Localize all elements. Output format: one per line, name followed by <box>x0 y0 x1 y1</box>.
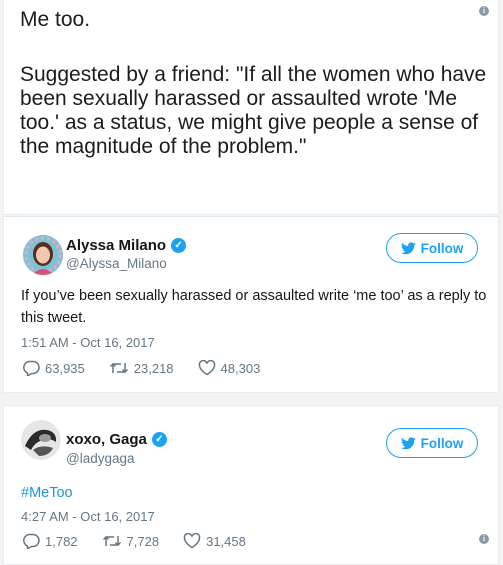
author-name-row: xoxo, Gaga ✓ <box>66 431 167 448</box>
follow-button[interactable]: Follow <box>386 428 478 458</box>
like-icon <box>183 533 201 549</box>
info-icon[interactable]: i <box>479 6 489 16</box>
user-handle[interactable]: @ladygaga <box>66 451 135 466</box>
like-count: 31,458 <box>206 533 246 549</box>
retweet-count: 23,218 <box>133 360 174 376</box>
tweet-actions: 1,782 7,728 31,458 <box>22 533 270 549</box>
retweet-button[interactable]: 7,728 <box>102 533 160 549</box>
follow-button-label: Follow <box>420 240 464 256</box>
reply-count: 1,782 <box>45 533 78 549</box>
tweet-card: Alyssa Milano ✓ @Alyssa_Milano Follow If… <box>3 216 499 393</box>
follow-button-label: Follow <box>420 435 464 451</box>
user-handle[interactable]: @Alyssa_Milano <box>66 256 167 271</box>
reply-count: 63,935 <box>45 360 85 376</box>
twitter-bird-icon <box>400 241 416 254</box>
tweet-timestamp[interactable]: 1:51 AM - Oct 16, 2017 <box>21 335 155 350</box>
like-button[interactable]: 48,303 <box>198 360 261 376</box>
like-button[interactable]: 31,458 <box>183 533 246 549</box>
avatar[interactable] <box>23 235 63 275</box>
note-body: Suggested by a friend: "If all the women… <box>20 63 487 158</box>
tweet-actions: 63,935 23,218 48,303 <box>22 360 284 376</box>
retweet-icon <box>102 535 121 547</box>
like-icon <box>198 360 215 376</box>
reply-button[interactable]: 1,782 <box>22 533 78 549</box>
tweet-card: xoxo, Gaga ✓ @ladygaga Follow #MeToo 4:2… <box>3 405 499 565</box>
tweet-text: If you’ve been sexually harassed or assa… <box>21 288 487 326</box>
reply-icon <box>23 533 40 549</box>
reply-button[interactable]: 63,935 <box>22 360 85 376</box>
retweet-button[interactable]: 23,218 <box>109 360 174 376</box>
retweet-count: 7,728 <box>126 533 160 549</box>
display-name[interactable]: xoxo, Gaga <box>66 431 147 448</box>
hashtag-link[interactable]: #MeToo <box>21 482 73 504</box>
note-title: Me too. <box>20 8 91 31</box>
author-name-row: Alyssa Milano ✓ <box>66 237 187 254</box>
display-name[interactable]: Alyssa Milano <box>66 237 166 254</box>
retweet-icon <box>109 362 128 374</box>
avatar[interactable] <box>21 420 61 460</box>
verified-badge-icon: ✓ <box>171 238 187 253</box>
tweet-timestamp[interactable]: 4:27 AM - Oct 16, 2017 <box>21 509 155 524</box>
verified-badge-icon: ✓ <box>151 432 167 447</box>
status-note-card: i Me too. Suggested by a friend: "If all… <box>3 0 499 215</box>
like-count: 48,303 <box>220 360 261 376</box>
twitter-bird-icon <box>400 436 416 449</box>
reply-icon <box>23 360 40 376</box>
follow-button[interactable]: Follow <box>386 233 478 263</box>
